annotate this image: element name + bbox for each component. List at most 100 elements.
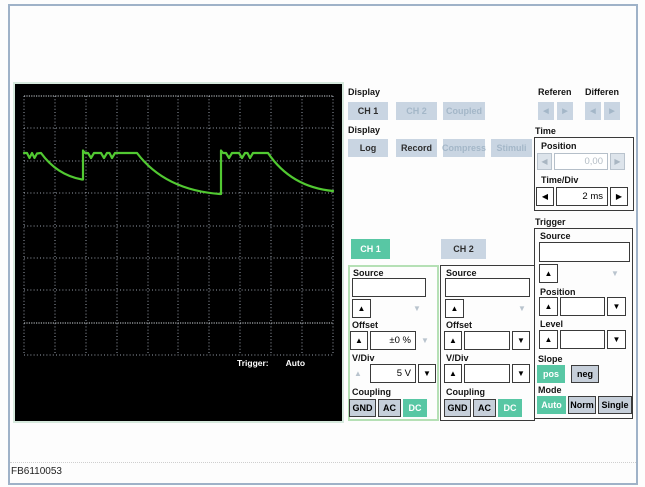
ch2-offset-down-button[interactable]: ▼: [512, 331, 530, 350]
ch1-vdiv-down-button[interactable]: ▼: [418, 364, 436, 383]
ch2-offset-label: Offset: [446, 320, 473, 330]
down-arrow-icon: ▼: [518, 303, 526, 313]
oscilloscope-display: Trigger: Auto: [13, 82, 344, 423]
down-arrow-icon: ▼: [611, 268, 619, 278]
trigger-level-field[interactable]: [560, 330, 605, 349]
referen-title: Referen: [538, 87, 572, 97]
referen-next-button: ▶: [557, 102, 573, 120]
ch1-source-field[interactable]: [352, 278, 426, 297]
down-arrow-icon: ▼: [413, 303, 421, 313]
display-ch1-button[interactable]: CH 1: [348, 102, 388, 120]
ch1-coupling-dc-button[interactable]: DC: [403, 399, 427, 417]
left-arrow-icon: ◀: [541, 191, 549, 201]
up-arrow-icon: ▲: [544, 334, 553, 344]
ch1-vdiv-label: V/Div: [352, 353, 375, 363]
ch2-offset-field[interactable]: [464, 331, 510, 350]
ch1-vdiv-up-button: ▲: [350, 366, 366, 381]
time-div-increment-button[interactable]: ▶: [610, 187, 628, 206]
trigger-source-up-button[interactable]: ▲: [539, 264, 558, 283]
ch2-source-label: Source: [446, 268, 477, 278]
ch1-vdiv-field[interactable]: 5 V: [370, 364, 416, 383]
scope-app-window: Trigger: Auto Display CH 1 CH 2 Coupled …: [0, 0, 645, 487]
trigger-mode-auto-button[interactable]: Auto: [537, 396, 566, 414]
right-arrow-icon: ▶: [614, 156, 621, 166]
ch1-offset-up-button[interactable]: ▲: [350, 331, 368, 350]
ch1-coupling-gnd-button[interactable]: GND: [349, 399, 376, 417]
time-div-decrement-button[interactable]: ◀: [536, 187, 554, 206]
up-arrow-icon: ▲: [449, 335, 457, 345]
trigger-position-down-button[interactable]: ▼: [607, 297, 626, 316]
trigger-level-down-button[interactable]: ▼: [607, 330, 626, 349]
ch2-source-down-button: ▼: [514, 301, 530, 316]
up-arrow-icon: ▲: [355, 335, 363, 345]
time-position-increment-button: ▶: [610, 153, 625, 170]
trigger-mode-single-button[interactable]: Single: [598, 396, 632, 414]
time-position-label: Position: [541, 141, 577, 151]
tab-ch1[interactable]: CH 1: [351, 239, 390, 259]
time-div-field[interactable]: 2 ms: [556, 187, 608, 206]
trigger-position-up-button[interactable]: ▲: [539, 297, 558, 316]
differen-next-button: ▶: [604, 102, 620, 120]
down-arrow-icon: ▼: [517, 368, 525, 378]
time-position-decrement-button: ◀: [537, 153, 552, 170]
up-arrow-icon: ▲: [449, 368, 457, 378]
display-stimuli-button[interactable]: Stimuli: [491, 139, 532, 157]
trigger-slope-label: Slope: [538, 354, 563, 364]
ch2-vdiv-up-button[interactable]: ▲: [444, 364, 462, 383]
display-record-button[interactable]: Record: [396, 139, 437, 157]
trigger-mode-norm-button[interactable]: Norm: [568, 396, 596, 414]
right-arrow-icon: ▶: [615, 191, 623, 201]
ch1-source-up-button[interactable]: ▲: [352, 299, 371, 318]
display-coupled-button[interactable]: Coupled: [443, 102, 485, 120]
up-arrow-icon: ▲: [357, 303, 366, 313]
ch1-offset-down-button: ▼: [417, 333, 433, 348]
right-arrow-icon: ▶: [609, 108, 615, 115]
down-arrow-icon: ▼: [423, 368, 431, 378]
grid-lines: [23, 96, 334, 356]
trigger-source-field[interactable]: [539, 242, 630, 262]
trigger-slope-neg-button[interactable]: neg: [571, 365, 599, 383]
display-ch2-button[interactable]: CH 2: [396, 102, 437, 120]
trigger-mode-label: Mode: [538, 385, 562, 395]
ch2-offset-up-button[interactable]: ▲: [444, 331, 462, 350]
tab-ch2[interactable]: CH 2: [441, 239, 486, 259]
down-arrow-icon: ▼: [612, 334, 621, 344]
trigger-title: Trigger: [535, 217, 566, 227]
differen-title: Differen: [585, 87, 620, 97]
ch2-coupling-dc-button[interactable]: DC: [498, 399, 522, 417]
trigger-slope-pos-button[interactable]: pos: [537, 365, 565, 383]
waveform-plot: [22, 95, 335, 356]
display-compress-button[interactable]: Compress: [442, 139, 486, 157]
ch2-source-field[interactable]: [445, 278, 530, 297]
up-arrow-icon: ▲: [544, 268, 553, 278]
left-arrow-icon: ◀: [543, 108, 549, 115]
down-arrow-icon: ▼: [421, 335, 429, 345]
ch1-offset-field[interactable]: ±0 %: [370, 331, 416, 350]
trigger-source-down-button: ▼: [606, 266, 624, 281]
ch1-coupling-label: Coupling: [352, 387, 391, 397]
trigger-level-up-button[interactable]: ▲: [539, 330, 558, 349]
display-log-button[interactable]: Log: [348, 139, 388, 157]
down-arrow-icon: ▼: [517, 335, 525, 345]
referen-prev-button: ◀: [538, 102, 554, 120]
ch1-coupling-ac-button[interactable]: AC: [378, 399, 401, 417]
trigger-position-label: Position: [540, 287, 576, 297]
left-arrow-icon: ◀: [590, 108, 596, 115]
display-channels-title: Display: [348, 87, 381, 97]
ch2-vdiv-field[interactable]: [464, 364, 510, 383]
left-arrow-icon: ◀: [541, 156, 548, 166]
trigger-status-label: Trigger:: [237, 358, 269, 368]
trigger-level-label: Level: [540, 319, 564, 329]
ch2-source-up-button[interactable]: ▲: [445, 299, 464, 318]
ch2-coupling-gnd-button[interactable]: GND: [444, 399, 471, 417]
down-arrow-icon: ▼: [612, 301, 621, 311]
ch2-vdiv-down-button[interactable]: ▼: [512, 364, 530, 383]
ch2-coupling-ac-button[interactable]: AC: [473, 399, 496, 417]
up-arrow-icon: ▲: [544, 301, 553, 311]
footer-divider: [10, 462, 636, 463]
trigger-status-value: Auto: [285, 358, 306, 368]
figure-code: FB6110053: [11, 466, 62, 477]
ch1-source-down-button: ▼: [409, 301, 425, 316]
trigger-position-field[interactable]: [560, 297, 605, 316]
trigger-source-label: Source: [540, 231, 571, 241]
